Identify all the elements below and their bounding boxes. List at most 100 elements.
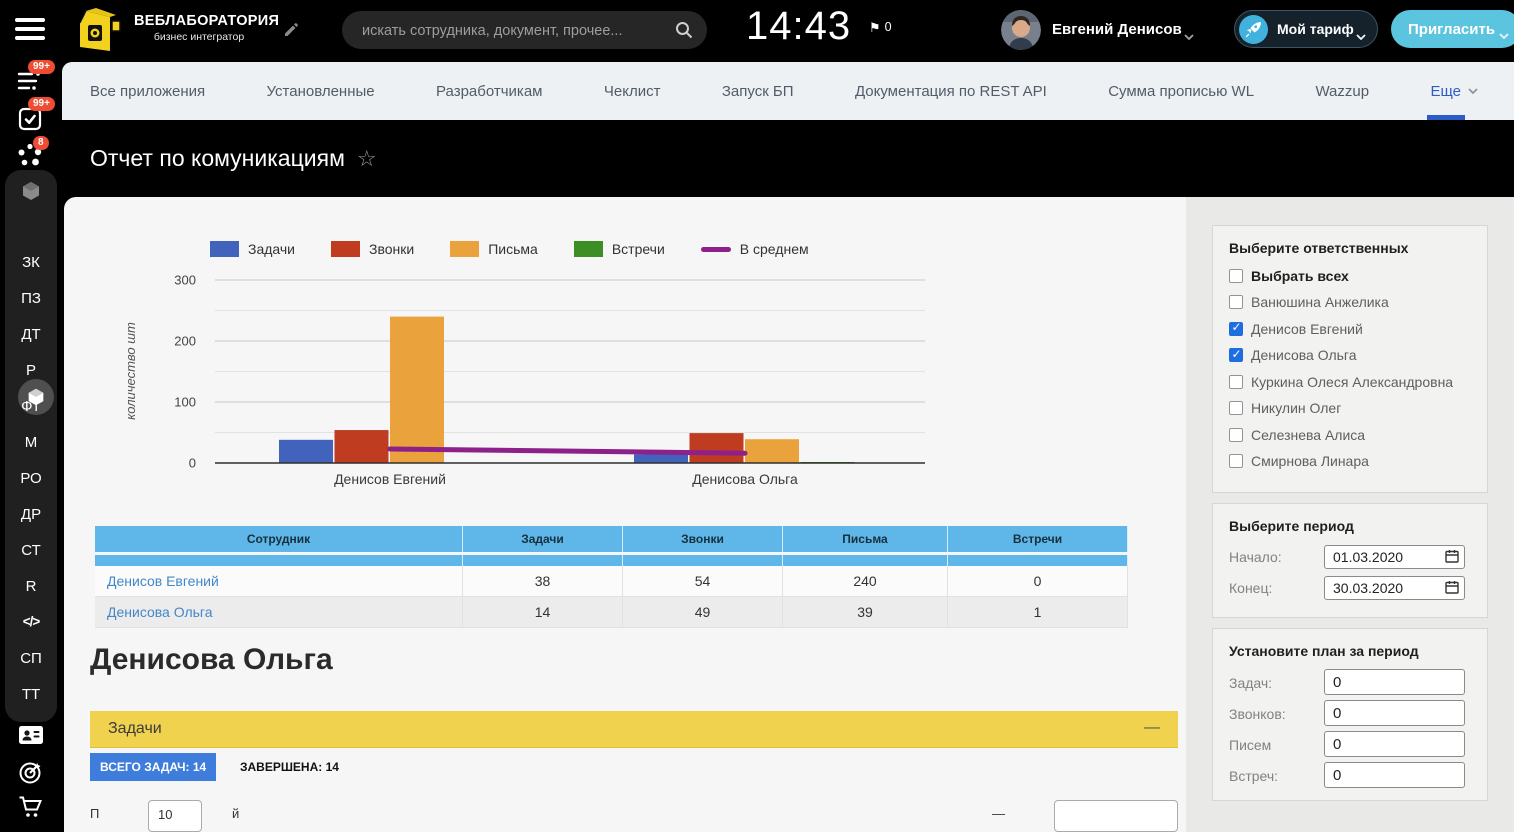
flag-count: 0 [885, 20, 892, 34]
my-tariff-button[interactable]: Мой тариф [1234, 10, 1378, 48]
id-card-icon[interactable] [19, 726, 43, 749]
plan-field-input[interactable] [1324, 700, 1465, 726]
table-header-cell[interactable]: Письма [783, 526, 948, 552]
chevron-down-icon [1499, 26, 1509, 44]
flag-icon: ⚑ [869, 21, 881, 34]
responsible-name: Денисов Евгений [1251, 321, 1363, 337]
nav-item[interactable]: Установленные [267, 83, 375, 100]
period-start-input[interactable] [1324, 545, 1465, 569]
select-all-row[interactable]: Выбрать всех [1229, 268, 1349, 284]
svg-text:0: 0 [189, 456, 196, 471]
rail-item[interactable]: ЗК [5, 254, 57, 271]
responsible-checkbox[interactable] [1229, 295, 1243, 309]
employee-detail-heading: Денисова Ольга [90, 643, 333, 677]
plan-field-label: Встреч: [1229, 768, 1278, 784]
nav-item[interactable]: Запуск БП [722, 83, 794, 100]
table-header-cell[interactable]: Сотрудник [95, 526, 463, 552]
app-rail: ЗК ПЗ ДТ Р ФТ М РО ДР СТ R </> СП ТТ [5, 170, 57, 722]
responsible-checkbox[interactable] [1229, 454, 1243, 468]
responsible-checkbox[interactable] [1229, 348, 1243, 362]
cart-icon[interactable] [18, 795, 44, 824]
responsible-row[interactable]: Смирнова Линара [1229, 453, 1453, 469]
table-search-input[interactable] [1054, 800, 1178, 832]
tasks-section-header[interactable]: Задачи — [90, 711, 1178, 748]
select-all-checkbox[interactable] [1229, 269, 1243, 283]
employee-link[interactable]: Денисов Евгений [95, 566, 463, 597]
edit-pencil-icon[interactable] [283, 22, 299, 43]
rail-item[interactable]: ДТ [5, 326, 57, 343]
collapse-icon[interactable]: — [1144, 719, 1160, 737]
nav-item[interactable]: Wazzup [1315, 83, 1369, 100]
responsible-row[interactable]: Куркина Олеся Александровна [1229, 374, 1453, 390]
table-cell: 240 [783, 566, 948, 597]
nav-item[interactable]: Разработчикам [436, 83, 542, 100]
nav-item[interactable]: Чеклист [604, 83, 661, 100]
marketplace-cube-icon[interactable] [19, 179, 43, 208]
responsible-row[interactable]: Ванюшина Анжелика [1229, 294, 1453, 310]
company-logo-icon[interactable] [66, 7, 130, 55]
target-icon[interactable] [18, 759, 44, 790]
responsible-checkbox[interactable] [1229, 428, 1243, 442]
feed-badge: 99+ [28, 60, 55, 74]
svg-text:Денисов Евгений: Денисов Евгений [334, 471, 446, 487]
responsible-row[interactable]: Денисова Ольга [1229, 347, 1453, 363]
tasks-icon[interactable] [18, 107, 42, 136]
live-feed-icon[interactable] [17, 70, 43, 97]
rail-item[interactable]: R [5, 578, 57, 595]
rail-item[interactable]: Р [5, 362, 57, 379]
user-name[interactable]: Евгений Денисов [1052, 21, 1182, 38]
responsible-checkbox[interactable] [1229, 375, 1243, 389]
logo-text: ВЕБЛАБОРАТОРИЯ бизнес интегратор [134, 13, 264, 43]
rail-item[interactable]: ФТ [5, 398, 57, 415]
responsible-row[interactable]: Никулин Олег [1229, 400, 1453, 416]
user-avatar[interactable] [1001, 10, 1041, 50]
employees-table: СотрудникЗадачиЗвонкиПисьмаВстречи Денисо… [95, 526, 1128, 628]
nav-more-menu[interactable]: Еще [1430, 62, 1478, 120]
notifications-flag[interactable]: ⚑ 0 [869, 20, 892, 34]
responsible-checkbox[interactable] [1229, 401, 1243, 415]
responsible-row[interactable]: Селезнева Алиса [1229, 427, 1453, 443]
nav-item[interactable]: Документация по REST API [855, 83, 1047, 100]
crm-badge: 8 [33, 136, 49, 150]
table-strip-cell [95, 555, 463, 566]
period-end-input[interactable] [1324, 576, 1465, 600]
search-icon[interactable] [674, 20, 694, 45]
plan-field-input[interactable] [1324, 731, 1465, 757]
rail-item[interactable]: ПЗ [5, 290, 57, 307]
plan-field-input[interactable] [1324, 669, 1465, 695]
rail-item[interactable]: ДР [5, 506, 57, 523]
logo-title: ВЕБЛАБОРАТОРИЯ [134, 13, 264, 29]
plan-field-label: Писем [1229, 737, 1271, 753]
responsible-name: Смирнова Линара [1251, 453, 1369, 469]
table-header-cell[interactable]: Звонки [623, 526, 783, 552]
tasks-badge: 99+ [28, 97, 55, 111]
responsible-row[interactable]: Денисов Евгений [1229, 321, 1453, 337]
hamburger-menu-icon[interactable] [15, 18, 45, 42]
responsible-filter-panel: Выберите ответственных Выбрать всех Ваню… [1212, 225, 1488, 493]
nav-item[interactable]: Сумма прописью WL [1108, 83, 1254, 100]
invite-button[interactable]: Пригласить [1391, 10, 1514, 48]
calendar-icon [1445, 580, 1459, 599]
search-input[interactable] [360, 11, 664, 51]
nav-item[interactable]: Все приложения [90, 83, 205, 100]
employee-link[interactable]: Денисова Ольга [95, 597, 463, 628]
plan-field-input[interactable] [1324, 762, 1465, 788]
table-header-cell[interactable]: Задачи [463, 526, 623, 552]
responsible-checkbox[interactable] [1229, 322, 1243, 336]
rail-item[interactable]: ТТ [5, 686, 57, 703]
code-icon[interactable]: </> [5, 614, 57, 629]
favorite-star-icon[interactable]: ☆ [357, 146, 377, 172]
page-title: Отчет по комуникациям [90, 145, 345, 172]
select-all-label: Выбрать всех [1251, 268, 1349, 284]
chevron-down-icon[interactable] [1184, 27, 1194, 45]
table-header-cell[interactable]: Встречи [948, 526, 1128, 552]
page-size-select[interactable]: 10 [148, 800, 202, 832]
svg-text:200: 200 [174, 334, 196, 349]
rail-item[interactable]: М [5, 434, 57, 451]
page-size-label: П [90, 806, 99, 821]
rail-item[interactable]: СТ [5, 542, 57, 559]
rail-item[interactable]: СП [5, 650, 57, 667]
rail-item[interactable]: РО [5, 470, 57, 487]
responsible-panel-title: Выберите ответственных [1229, 240, 1408, 256]
my-tariff-label: Мой тариф [1277, 21, 1354, 37]
